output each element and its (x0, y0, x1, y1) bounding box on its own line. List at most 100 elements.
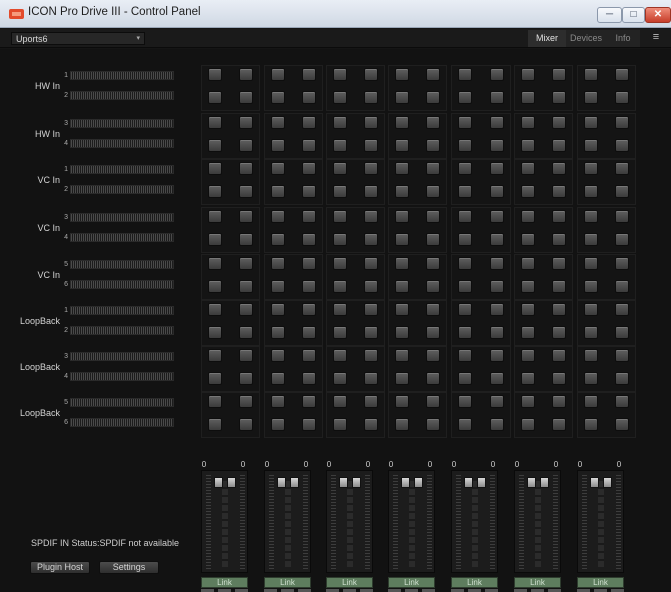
matrix-route-button[interactable] (584, 280, 598, 293)
matrix-route-button[interactable] (521, 395, 535, 408)
matrix-route-button[interactable] (364, 162, 378, 175)
matrix-route-button[interactable] (458, 139, 472, 152)
matrix-route-button[interactable] (458, 418, 472, 431)
matrix-route-button[interactable] (302, 68, 316, 81)
matrix-route-button[interactable] (395, 233, 409, 246)
matrix-route-button[interactable] (239, 303, 253, 316)
matrix-route-button[interactable] (271, 349, 285, 362)
matrix-route-button[interactable] (271, 280, 285, 293)
matrix-route-button[interactable] (239, 210, 253, 223)
matrix-route-button[interactable] (333, 257, 347, 270)
matrix-route-button[interactable] (458, 303, 472, 316)
matrix-route-button[interactable] (426, 139, 440, 152)
matrix-route-button[interactable] (395, 139, 409, 152)
matrix-route-button[interactable] (333, 91, 347, 104)
matrix-route-button[interactable] (364, 303, 378, 316)
matrix-route-button[interactable] (615, 91, 629, 104)
link-button[interactable]: Link (201, 577, 248, 588)
matrix-route-button[interactable] (395, 162, 409, 175)
matrix-route-button[interactable] (615, 162, 629, 175)
matrix-route-button[interactable] (521, 116, 535, 129)
fader-handle-right[interactable] (603, 477, 612, 488)
matrix-route-button[interactable] (333, 418, 347, 431)
matrix-route-button[interactable] (615, 280, 629, 293)
matrix-route-button[interactable] (426, 91, 440, 104)
link-button[interactable]: Link (514, 577, 561, 588)
matrix-route-button[interactable] (458, 185, 472, 198)
matrix-route-button[interactable] (552, 326, 566, 339)
matrix-route-button[interactable] (521, 257, 535, 270)
matrix-route-button[interactable] (302, 116, 316, 129)
matrix-route-button[interactable] (490, 139, 504, 152)
matrix-route-button[interactable] (208, 326, 222, 339)
matrix-route-button[interactable] (364, 116, 378, 129)
fader-handle-right[interactable] (227, 477, 236, 488)
matrix-route-button[interactable] (458, 395, 472, 408)
matrix-route-button[interactable] (490, 372, 504, 385)
matrix-route-button[interactable] (584, 257, 598, 270)
matrix-route-button[interactable] (333, 139, 347, 152)
matrix-route-button[interactable] (521, 68, 535, 81)
tab-info[interactable]: Info (606, 30, 640, 47)
matrix-route-button[interactable] (490, 395, 504, 408)
matrix-route-button[interactable] (615, 372, 629, 385)
matrix-route-button[interactable] (239, 233, 253, 246)
matrix-route-button[interactable] (426, 280, 440, 293)
matrix-route-button[interactable] (395, 395, 409, 408)
matrix-route-button[interactable] (208, 210, 222, 223)
matrix-route-button[interactable] (584, 185, 598, 198)
matrix-route-button[interactable] (458, 280, 472, 293)
matrix-route-button[interactable] (458, 326, 472, 339)
matrix-route-button[interactable] (208, 233, 222, 246)
fader-handle-right[interactable] (414, 477, 423, 488)
matrix-route-button[interactable] (615, 395, 629, 408)
matrix-route-button[interactable] (239, 395, 253, 408)
matrix-route-button[interactable] (490, 349, 504, 362)
matrix-route-button[interactable] (615, 233, 629, 246)
matrix-route-button[interactable] (395, 349, 409, 362)
matrix-route-button[interactable] (395, 303, 409, 316)
matrix-route-button[interactable] (584, 68, 598, 81)
matrix-route-button[interactable] (364, 185, 378, 198)
matrix-route-button[interactable] (521, 349, 535, 362)
matrix-route-button[interactable] (364, 210, 378, 223)
matrix-route-button[interactable] (521, 162, 535, 175)
matrix-route-button[interactable] (458, 91, 472, 104)
matrix-route-button[interactable] (208, 303, 222, 316)
matrix-route-button[interactable] (426, 349, 440, 362)
matrix-route-button[interactable] (584, 372, 598, 385)
fader-handle-right[interactable] (477, 477, 486, 488)
matrix-route-button[interactable] (364, 91, 378, 104)
fader-handle-left[interactable] (464, 477, 473, 488)
matrix-route-button[interactable] (426, 326, 440, 339)
matrix-route-button[interactable] (302, 372, 316, 385)
matrix-route-button[interactable] (239, 68, 253, 81)
matrix-route-button[interactable] (302, 418, 316, 431)
matrix-route-button[interactable] (271, 326, 285, 339)
matrix-route-button[interactable] (458, 257, 472, 270)
matrix-route-button[interactable] (208, 185, 222, 198)
matrix-route-button[interactable] (239, 185, 253, 198)
matrix-route-button[interactable] (615, 418, 629, 431)
matrix-route-button[interactable] (239, 162, 253, 175)
matrix-route-button[interactable] (302, 326, 316, 339)
settings-button[interactable]: Settings (99, 561, 159, 574)
matrix-route-button[interactable] (302, 303, 316, 316)
matrix-route-button[interactable] (552, 349, 566, 362)
matrix-route-button[interactable] (395, 185, 409, 198)
matrix-route-button[interactable] (302, 233, 316, 246)
matrix-route-button[interactable] (239, 418, 253, 431)
matrix-route-button[interactable] (552, 68, 566, 81)
matrix-route-button[interactable] (302, 185, 316, 198)
matrix-route-button[interactable] (584, 303, 598, 316)
matrix-route-button[interactable] (490, 68, 504, 81)
matrix-route-button[interactable] (395, 372, 409, 385)
menu-icon[interactable]: ≡ (650, 32, 662, 44)
matrix-route-button[interactable] (458, 116, 472, 129)
matrix-route-button[interactable] (615, 349, 629, 362)
matrix-route-button[interactable] (239, 116, 253, 129)
fader-handle-right[interactable] (352, 477, 361, 488)
matrix-route-button[interactable] (364, 233, 378, 246)
matrix-route-button[interactable] (552, 257, 566, 270)
matrix-route-button[interactable] (302, 91, 316, 104)
